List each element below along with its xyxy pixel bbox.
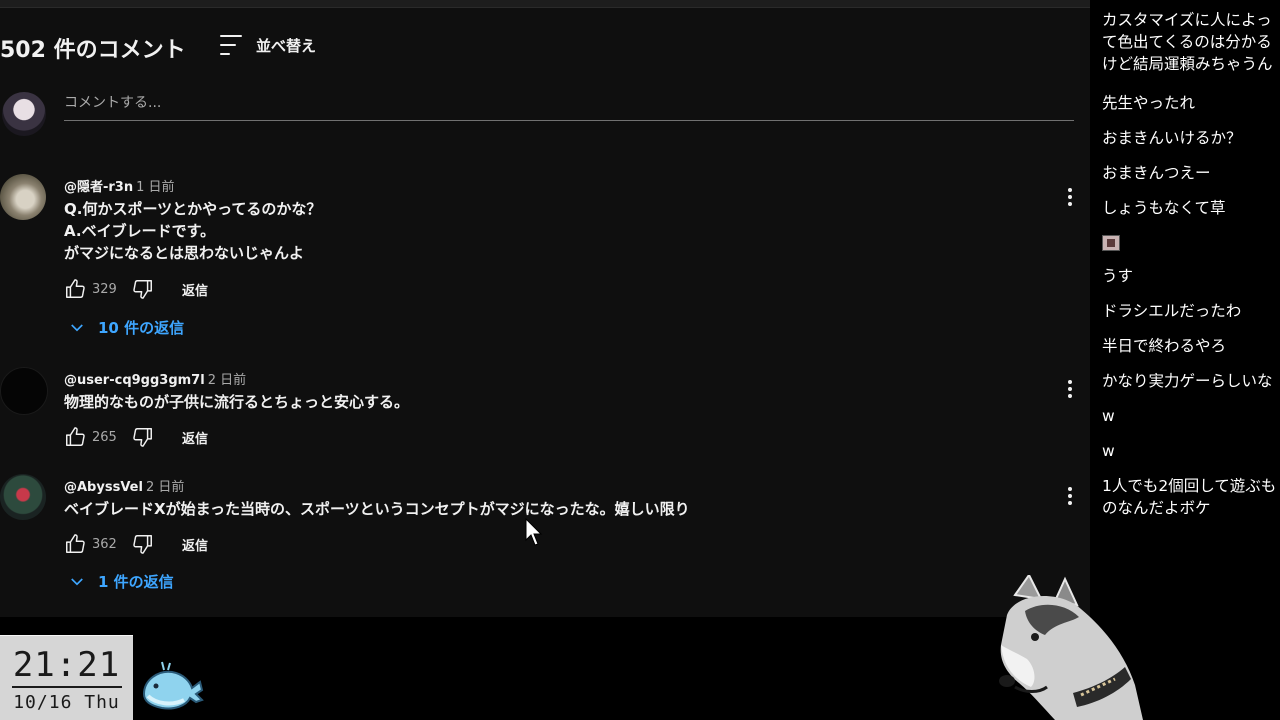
more-actions-icon[interactable]	[1060, 484, 1080, 508]
chat-message: 1人でも2個回して遊ぶものなんだよボケ	[1102, 477, 1277, 517]
comment-count: 502 件のコメント	[0, 38, 186, 63]
sort-label: 並べ替え	[256, 36, 317, 55]
like-count: 362	[92, 536, 117, 552]
comment-line: Q.何かスポーツとかやってるのかな？	[64, 200, 322, 218]
dislike-icon[interactable]	[132, 533, 154, 555]
comment-line: 物理的なものが子供に流行るとちょっと安心する。	[64, 393, 410, 411]
comment-text: ベイブレードXが始まった当時の、スポーツというコンセプトがマジになったな。嬉しい…	[64, 498, 690, 520]
chat-message: w	[1102, 442, 1115, 460]
dislike-icon[interactable]	[132, 278, 154, 300]
comment-time[interactable]: 2 日前	[146, 480, 184, 495]
chevron-down-icon	[71, 577, 83, 585]
reply-button[interactable]: 返信	[182, 535, 208, 554]
more-actions-icon[interactable]	[1060, 377, 1080, 401]
chat-message: カスタマイズに人によって色出てくるのは分かるけど結局運頼みちゃうん	[1102, 11, 1273, 73]
clock-time: 21:21	[12, 645, 121, 685]
comment-line: がマジになるとは思わないじゃんよ	[64, 244, 305, 262]
chat-message: しょうもなくて草	[1102, 199, 1226, 217]
comment-actions: 265 返信	[64, 425, 208, 449]
clock-date: 10/16 Thu	[13, 692, 120, 713]
reply-button[interactable]: 返信	[182, 280, 208, 299]
comments-header: 502 件のコメント 並べ替え	[0, 30, 316, 66]
replies-toggle-label: 1 件の返信	[98, 573, 174, 591]
chat-stamp-image	[1102, 235, 1120, 251]
mouse-cursor-icon	[525, 518, 543, 546]
comment-line: ベイブレードXが始まった当時の、スポーツというコンセプトがマジになったな。嬉しい…	[64, 500, 690, 518]
comment-author[interactable]: @隠者-r3n	[64, 180, 133, 195]
chevron-down-icon	[71, 323, 83, 331]
like-count: 265	[92, 429, 117, 445]
like-count: 329	[92, 281, 117, 297]
chat-message: うす	[1102, 267, 1134, 285]
comment-author[interactable]: @user-cq9gg3gm7l	[64, 373, 205, 388]
video-player-edge	[0, 0, 1090, 8]
commenter-avatar[interactable]	[0, 367, 48, 415]
like-icon[interactable]	[64, 278, 86, 300]
comment-author[interactable]: @AbyssVel	[64, 480, 143, 495]
replies-toggle-label: 10 件の返信	[98, 319, 185, 337]
replies-toggle[interactable]: 10 件の返信	[68, 317, 184, 338]
like-icon[interactable]	[64, 533, 86, 555]
add-comment-row: コメントする...	[0, 92, 1076, 138]
user-avatar[interactable]	[2, 92, 46, 136]
comment-line: A.ベイブレードです。	[64, 222, 216, 240]
chat-message: おまきんいけるか？	[1102, 129, 1242, 147]
like-icon[interactable]	[64, 426, 86, 448]
chat-message: 先生やったれ	[1102, 94, 1196, 112]
whale-mascot-icon	[142, 661, 204, 710]
comments-section: 502 件のコメント 並べ替え コメントする... @隠者-r3n 1 日前 Q.…	[0, 0, 1090, 617]
clock-divider	[11, 686, 122, 688]
comment-text: Q.何かスポーツとかやってるのかな？ A.ベイブレードです。 がマジになるとは思…	[64, 198, 321, 264]
replies-toggle[interactable]: 1 件の返信	[68, 571, 174, 592]
chat-message: 半日で終わるやろ	[1102, 337, 1227, 355]
comment-meta: @隠者-r3n 1 日前	[64, 176, 175, 195]
add-comment-input[interactable]: コメントする...	[64, 92, 1074, 121]
commenter-avatar[interactable]	[0, 174, 46, 220]
sort-icon	[220, 35, 244, 55]
clock-widget: 21:21 10/16 Thu	[0, 635, 133, 720]
commenter-avatar[interactable]	[0, 474, 46, 520]
comment-actions: 329 返信	[64, 277, 208, 301]
chat-message: かなり実力ゲーらしいな	[1102, 372, 1273, 390]
chat-message: ドラシエルだったわ	[1102, 302, 1242, 320]
chat-message: w	[1102, 407, 1115, 425]
dislike-icon[interactable]	[132, 426, 154, 448]
reply-button[interactable]: 返信	[182, 428, 208, 447]
comment-time[interactable]: 2 日前	[208, 373, 246, 388]
chat-message: おまきんつえー	[1102, 164, 1211, 182]
more-actions-icon[interactable]	[1060, 185, 1080, 209]
comment-meta: @AbyssVel 2 日前	[64, 476, 184, 495]
sort-button[interactable]: 並べ替え	[220, 30, 316, 60]
comment-time[interactable]: 1 日前	[136, 180, 174, 195]
comment-meta: @user-cq9gg3gm7l 2 日前	[64, 369, 246, 388]
husky-avatar-image	[999, 575, 1143, 720]
comment-actions: 362 返信	[64, 532, 208, 556]
comment-text: 物理的なものが子供に流行るとちょっと安心する。	[64, 391, 409, 413]
